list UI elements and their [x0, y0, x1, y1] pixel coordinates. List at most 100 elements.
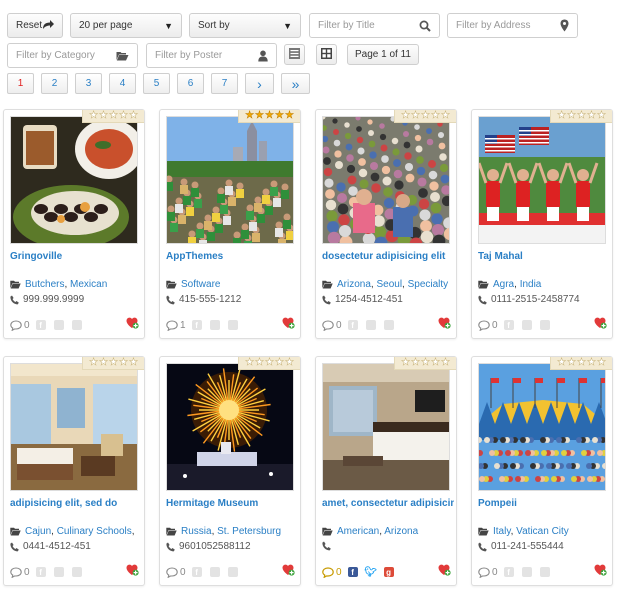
listing-title[interactable]: adipisicing elit, sed do: [10, 498, 142, 509]
comment-icon[interactable]: [478, 319, 490, 331]
add-favorite-icon[interactable]: [594, 317, 607, 332]
star-rating[interactable]: ★ ★ ★ ★ ★: [238, 110, 300, 123]
grid-view-button[interactable]: [316, 44, 337, 65]
star-icon[interactable]: ★: [119, 110, 128, 121]
google-plus-share-icon[interactable]: [227, 567, 238, 577]
category-link[interactable]: Seoul: [376, 279, 402, 290]
star-rating[interactable]: ★ ★ ★ ★ ★: [550, 110, 612, 123]
page-link-6[interactable]: 6: [177, 73, 204, 94]
listing-photo[interactable]: [322, 363, 450, 491]
google-plus-share-icon[interactable]: [227, 320, 238, 330]
page-link-2[interactable]: 2: [41, 73, 68, 94]
google-plus-share-icon[interactable]: [383, 320, 394, 330]
category-link[interactable]: Cajun: [25, 526, 51, 537]
category-link[interactable]: Agra: [493, 279, 514, 290]
star-icon[interactable]: ★: [275, 357, 284, 368]
category-link[interactable]: Mexican: [70, 279, 107, 290]
facebook-share-icon[interactable]: f: [347, 320, 358, 330]
category-link[interactable]: American: [337, 526, 379, 537]
listing-title[interactable]: dosectetur adipisicing elit: [322, 251, 454, 262]
star-icon[interactable]: ★: [421, 357, 430, 368]
comment-icon[interactable]: [322, 566, 334, 578]
listing-card[interactable]: ★ ★ ★ ★ ★ dosectetur adipisicing elit Arizona,…: [315, 109, 457, 339]
twitter-share-icon[interactable]: [53, 567, 64, 577]
per-page-select[interactable]: 20 per page ▼: [70, 13, 182, 38]
listing-photo[interactable]: [322, 116, 450, 244]
listing-photo[interactable]: [10, 363, 138, 491]
reset-button[interactable]: Reset: [7, 13, 63, 38]
star-icon[interactable]: ★: [441, 357, 450, 368]
page-link-1[interactable]: 1: [7, 73, 34, 94]
star-icon[interactable]: ★: [109, 110, 118, 121]
last-page-button[interactable]: »: [281, 73, 310, 94]
star-rating[interactable]: ★ ★ ★ ★ ★: [394, 110, 456, 123]
star-icon[interactable]: ★: [245, 110, 254, 121]
listing-card[interactable]: ★ ★ ★ ★ ★ AppThemes Software 415-555-1212 1 f: [159, 109, 301, 339]
add-favorite-icon[interactable]: [126, 564, 139, 579]
listing-card[interactable]: ★ ★ ★ ★ ★ Taj Mahal Agra, India 0111-2515-24587…: [471, 109, 613, 339]
star-icon[interactable]: ★: [597, 110, 606, 121]
star-icon[interactable]: ★: [129, 110, 138, 121]
google-plus-share-icon[interactable]: g: [383, 567, 394, 577]
comment-icon[interactable]: [10, 319, 22, 331]
listing-card[interactable]: ★ ★ ★ ★ ★ Hermitage Museum Russia, St. Petersb…: [159, 356, 301, 586]
star-icon[interactable]: ★: [557, 357, 566, 368]
star-icon[interactable]: ★: [265, 110, 274, 121]
google-plus-share-icon[interactable]: [539, 320, 550, 330]
add-favorite-icon[interactable]: [126, 317, 139, 332]
star-icon[interactable]: ★: [109, 357, 118, 368]
comment-icon[interactable]: [10, 566, 22, 578]
google-plus-share-icon[interactable]: [71, 567, 82, 577]
listing-title[interactable]: Gringoville: [10, 251, 142, 262]
star-icon[interactable]: ★: [597, 357, 606, 368]
listing-title[interactable]: AppThemes: [166, 251, 298, 262]
facebook-share-icon[interactable]: f: [503, 320, 514, 330]
filter-category-input[interactable]: Filter by Category: [7, 43, 138, 68]
listing-photo[interactable]: [10, 116, 138, 244]
category-link[interactable]: Italy: [493, 526, 511, 537]
listing-card[interactable]: ★ ★ ★ ★ ★ adipisicing elit, sed do Cajun, Culi…: [3, 356, 145, 586]
add-favorite-icon[interactable]: [438, 564, 451, 579]
listing-title[interactable]: Taj Mahal: [478, 251, 610, 262]
add-favorite-icon[interactable]: [594, 564, 607, 579]
facebook-share-icon[interactable]: f: [35, 320, 46, 330]
star-icon[interactable]: ★: [255, 110, 264, 121]
star-icon[interactable]: ★: [587, 357, 596, 368]
star-icon[interactable]: ★: [265, 357, 274, 368]
page-link-7[interactable]: 7: [211, 73, 238, 94]
star-rating[interactable]: ★ ★ ★ ★ ★: [82, 357, 144, 370]
listing-photo[interactable]: [478, 363, 606, 491]
twitter-share-icon[interactable]: [521, 320, 532, 330]
star-rating[interactable]: ★ ★ ★ ★ ★: [238, 357, 300, 370]
category-link[interactable]: Arizona: [337, 279, 371, 290]
star-icon[interactable]: ★: [431, 110, 440, 121]
facebook-share-icon[interactable]: f: [35, 567, 46, 577]
category-link[interactable]: Russia: [181, 526, 212, 537]
twitter-share-icon[interactable]: 🐦︎: [364, 567, 377, 578]
star-icon[interactable]: ★: [285, 357, 294, 368]
add-favorite-icon[interactable]: [282, 317, 295, 332]
star-icon[interactable]: ★: [245, 357, 254, 368]
star-icon[interactable]: ★: [129, 357, 138, 368]
star-icon[interactable]: ★: [99, 357, 108, 368]
star-icon[interactable]: ★: [421, 110, 430, 121]
star-icon[interactable]: ★: [285, 110, 294, 121]
star-icon[interactable]: ★: [411, 110, 420, 121]
star-icon[interactable]: ★: [401, 110, 410, 121]
listing-card[interactable]: ★ ★ ★ ★ ★ Gringoville Butchers, Mexican 999.999…: [3, 109, 145, 339]
facebook-share-icon[interactable]: f: [503, 567, 514, 577]
twitter-share-icon[interactable]: [53, 320, 64, 330]
comment-icon[interactable]: [166, 319, 178, 331]
star-icon[interactable]: ★: [587, 110, 596, 121]
star-rating[interactable]: ★ ★ ★ ★ ★: [82, 110, 144, 123]
star-rating[interactable]: ★ ★ ★ ★ ★: [394, 357, 456, 370]
category-link[interactable]: Specialty: [408, 279, 449, 290]
star-icon[interactable]: ★: [255, 357, 264, 368]
listing-title[interactable]: amet, consectetur adipisicing: [322, 498, 454, 509]
star-icon[interactable]: ★: [89, 357, 98, 368]
category-link[interactable]: Software: [181, 279, 220, 290]
facebook-share-icon[interactable]: f: [191, 320, 202, 330]
page-link-4[interactable]: 4: [109, 73, 136, 94]
listing-photo[interactable]: [166, 363, 294, 491]
star-icon[interactable]: ★: [99, 110, 108, 121]
